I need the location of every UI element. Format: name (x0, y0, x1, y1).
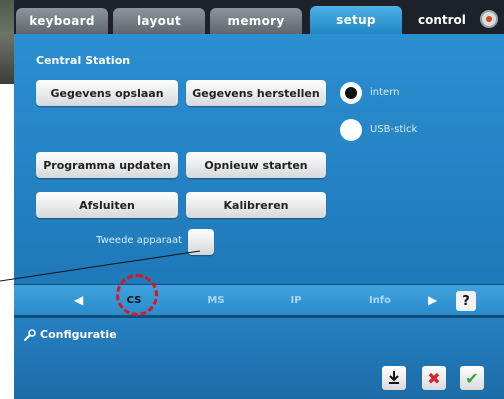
radio-usb-label: USB-stick (370, 124, 418, 135)
control-label: control (418, 13, 466, 27)
save-data-button[interactable]: Gegevens opslaan (36, 80, 178, 106)
download-icon[interactable] (382, 366, 406, 390)
device-screen: keyboard layout memory setup control Cen… (14, 0, 504, 399)
power-icon[interactable] (480, 10, 498, 28)
restart-button[interactable]: Opnieuw starten (186, 152, 326, 178)
configuratie-panel: Configuratie ✖ ✔ (14, 318, 504, 399)
radio-usb-stick[interactable] (340, 119, 362, 141)
panel-title: Central Station (36, 54, 131, 67)
restore-data-button[interactable]: Gegevens herstellen (186, 80, 326, 106)
cancel-icon[interactable]: ✖ (422, 366, 446, 390)
tab-keyboard[interactable]: keyboard (16, 8, 108, 34)
confirm-icon[interactable]: ✔ (460, 366, 484, 390)
tab-memory[interactable]: memory (210, 8, 302, 34)
shutdown-button[interactable]: Afsluiten (36, 192, 178, 218)
calibrate-button[interactable]: Kalibreren (186, 192, 326, 218)
download-glyph (389, 371, 399, 384)
tab-setup[interactable]: setup (310, 6, 402, 34)
top-tab-bar: keyboard layout memory setup control (14, 0, 504, 34)
subtab-ip[interactable]: IP (276, 285, 316, 315)
subtab-bar: ◀ CS MS IP Info ▶ ? (14, 285, 504, 315)
second-device-checkbox[interactable] (188, 229, 214, 255)
configuratie-title: Configuratie (40, 328, 117, 341)
subtab-info[interactable]: Info (356, 285, 404, 315)
radio-intern[interactable] (340, 82, 362, 104)
tab-control[interactable]: control (408, 6, 504, 34)
central-station-panel: Central Station Gegevens opslaan Gegeven… (14, 34, 504, 284)
prev-arrow-icon[interactable]: ◀ (74, 285, 83, 315)
wrench-icon (24, 328, 36, 341)
help-icon[interactable]: ? (456, 291, 476, 311)
configuratie-header: Configuratie (24, 328, 117, 341)
second-device-label: Tweede apparaat (96, 235, 182, 246)
next-arrow-icon[interactable]: ▶ (428, 285, 437, 315)
tab-layout[interactable]: layout (113, 8, 205, 34)
radio-intern-label: intern (370, 87, 400, 98)
subtab-ms[interactable]: MS (196, 285, 236, 315)
highlight-circle (116, 274, 158, 316)
update-program-button[interactable]: Programma updaten (36, 152, 178, 178)
photo-background (0, 0, 14, 84)
